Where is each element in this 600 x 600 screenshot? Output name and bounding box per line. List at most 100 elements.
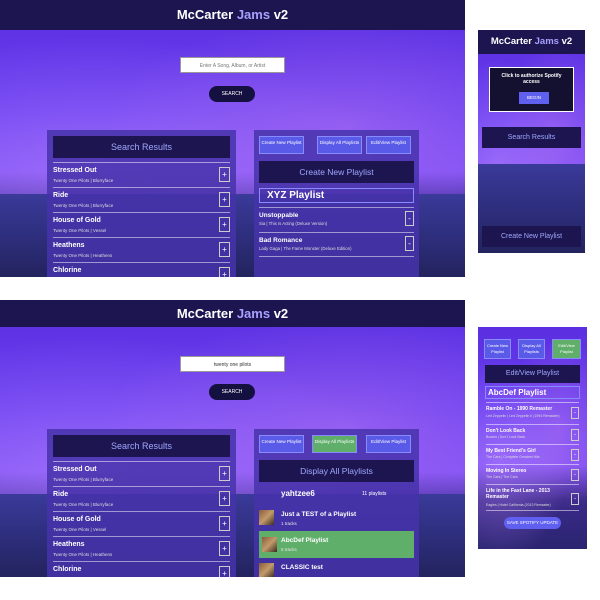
search-results-title: Search Results <box>53 136 230 158</box>
tab-edit-playlist[interactable]: Edit/View Playlist <box>552 339 581 359</box>
add-song-button[interactable]: + <box>219 217 230 232</box>
mobile-create-playlist-title[interactable]: Create New Playlist <box>482 226 581 247</box>
search-input[interactable]: Enter A Song, Album, or Artist <box>180 57 285 73</box>
search-input[interactable]: twenty one pilots <box>180 356 285 372</box>
app-title-accent: Jams <box>534 36 559 47</box>
mobile-edit-view: Create New Playlist Display All Playlist… <box>478 327 587 549</box>
add-song-button[interactable]: + <box>219 466 230 481</box>
tab-create-playlist[interactable]: Create New Playlist <box>259 136 304 154</box>
playlist-name: CLASSIC test <box>281 564 323 571</box>
list-item: Heathens Twenty One Pilots | Heathens + <box>53 536 230 561</box>
list-item: House of Gold Twenty One Pilots | Vessel… <box>53 511 230 536</box>
song-subtitle: Twenty One Pilots | Vessel <box>53 228 107 233</box>
desktop-create-view: McCarter Jams v2 Enter A Song, Album, or… <box>0 0 465 277</box>
app-title-version: v2 <box>273 306 289 321</box>
add-song-button[interactable]: + <box>219 516 230 531</box>
remove-song-button[interactable]: - <box>571 407 579 419</box>
search-results-panel: Search Results Stressed Out Twenty One P… <box>47 130 236 277</box>
playlist-tracks: 1 tracks <box>281 521 297 526</box>
search-results-title: Search Results <box>53 435 230 457</box>
remove-song-button[interactable]: - <box>405 236 414 251</box>
add-song-button[interactable]: + <box>219 491 230 506</box>
add-song-button[interactable]: + <box>219 167 230 182</box>
remove-song-button[interactable]: - <box>571 469 579 481</box>
list-item: Ramble On - 1990 Remaster Led Zeppelin |… <box>486 402 579 424</box>
add-song-button[interactable]: + <box>219 267 230 277</box>
playlist-row-selected[interactable]: AbcDef Playlist 5 tracks <box>259 531 414 558</box>
create-playlist-title: Create New Playlist <box>259 161 414 183</box>
playlist-name: Just a TEST of a Playlist <box>281 511 357 518</box>
song-subtitle: Boston | Don't Look Back <box>486 435 526 439</box>
playlist-count: 11 playlists <box>362 491 387 497</box>
tab-create-playlist[interactable]: Create New Playlist <box>484 339 511 359</box>
list-item: Ride Twenty One Pilots | Blurryface + <box>53 187 230 212</box>
song-subtitle: Sia | This Is Acting (Deluxe Version) <box>259 221 328 226</box>
tab-edit-playlist[interactable]: Edit/View Playlist <box>366 435 411 453</box>
app-header: McCarter Jams v2 <box>0 300 465 327</box>
song-title: Heathens <box>53 242 85 249</box>
playlist-row[interactable]: CLASSIC test <box>259 560 414 577</box>
song-title: Ramble On - 1990 Remaster <box>486 406 553 412</box>
tab-display-playlists[interactable]: Display All Playlists <box>317 136 362 154</box>
remove-song-button[interactable]: - <box>571 493 579 505</box>
song-subtitle: Twenty One Pilots | Heathens <box>53 253 113 258</box>
edit-playlist-title: Edit/View Playlist <box>485 365 580 383</box>
song-title: Ride <box>53 491 69 498</box>
playlist-tabs: Create New Playlist Display All Playlist… <box>259 435 414 453</box>
tab-display-playlists[interactable]: Display All Playlists <box>518 339 545 359</box>
save-spotify-update-button[interactable]: SAVE SPOTIFY UPDATE <box>504 517 561 529</box>
list-item: Moving In Stereo The Cars | The Cars - <box>486 464 579 484</box>
list-item: Ride Twenty One Pilots | Blurryface + <box>53 486 230 511</box>
playlist-name: XYZ Playlist <box>267 190 325 201</box>
playlist-name-field[interactable]: XYZ Playlist <box>259 188 414 203</box>
list-item: Chlorine + <box>53 561 230 577</box>
app-title-main: McCarter <box>176 7 234 22</box>
mobile-search-results-title: Search Results <box>482 127 581 148</box>
app-title-version: v2 <box>273 7 289 22</box>
add-song-button[interactable]: + <box>219 192 230 207</box>
app-title-main: McCarter <box>176 306 234 321</box>
playlist-thumbnail <box>259 510 274 525</box>
user-name: yahtzee6 <box>281 489 315 498</box>
tab-display-playlists[interactable]: Display All Playlists <box>312 435 357 453</box>
song-subtitle: Led Zeppelin | Led Zeppelin II (1994 Rem… <box>486 414 560 418</box>
app-title-main: McCarter <box>490 36 532 47</box>
app-header: McCarter Jams v2 <box>0 0 465 30</box>
add-song-button[interactable]: + <box>219 566 230 577</box>
list-item: My Best Friend's Girl The Cars | Complet… <box>486 444 579 464</box>
list-item: Stressed Out Twenty One Pilots | Blurryf… <box>53 162 230 187</box>
remove-song-button[interactable]: - <box>571 449 579 461</box>
display-playlists-title: Display All Playlists <box>259 460 414 482</box>
song-subtitle: Twenty One Pilots | Heathens <box>53 552 113 557</box>
search-button[interactable]: SEARCH <box>209 384 255 400</box>
remove-song-button[interactable]: - <box>405 211 414 226</box>
tab-edit-playlist[interactable]: Edit/View Playlist <box>366 136 411 154</box>
song-subtitle: Eagles | Hotel California (2013 Remaster… <box>486 503 551 507</box>
song-title: Stressed Out <box>53 466 97 473</box>
playlist-row[interactable]: Just a TEST of a Playlist 1 tracks <box>259 507 414 530</box>
song-subtitle: Lady Gaga | The Fame Monster (Deluxe Edi… <box>259 246 352 251</box>
app-title-version: v2 <box>561 36 573 47</box>
song-subtitle: The Cars | Complete Greatest Hits <box>486 455 540 459</box>
auth-box: Click to authorize Spotify access BEGIN <box>489 67 574 112</box>
song-title: Moving In Stereo <box>486 468 527 474</box>
search-button[interactable]: SEARCH <box>209 86 255 102</box>
song-subtitle: The Cars | The Cars <box>486 475 518 479</box>
playlist-name-field[interactable]: AbcDef Playlist <box>485 386 580 399</box>
list-item: Unstoppable Sia | This Is Acting (Deluxe… <box>259 207 414 232</box>
tab-create-playlist[interactable]: Create New Playlist <box>259 435 304 453</box>
begin-button[interactable]: BEGIN <box>519 92 549 104</box>
add-song-button[interactable]: + <box>219 242 230 257</box>
remove-song-button[interactable]: - <box>571 429 579 441</box>
song-title: Life in the Fast Lane - 2013 Remaster <box>486 488 550 500</box>
song-subtitle: Twenty One Pilots | Blurryface <box>53 178 114 183</box>
list-item: Heathens Twenty One Pilots | Heathens + <box>53 237 230 262</box>
add-song-button[interactable]: + <box>219 541 230 556</box>
song-title: Unstoppable <box>259 212 299 219</box>
song-title: Don't Look Back <box>486 428 526 434</box>
playlist-tabs: Create New Playlist Display All Playlist… <box>259 136 414 154</box>
song-title: My Best Friend's Girl <box>486 448 536 454</box>
app-title-accent: Jams <box>236 306 271 321</box>
song-title: Chlorine <box>53 566 82 573</box>
desktop-display-view: McCarter Jams v2 twenty one pilots SEARC… <box>0 300 465 577</box>
